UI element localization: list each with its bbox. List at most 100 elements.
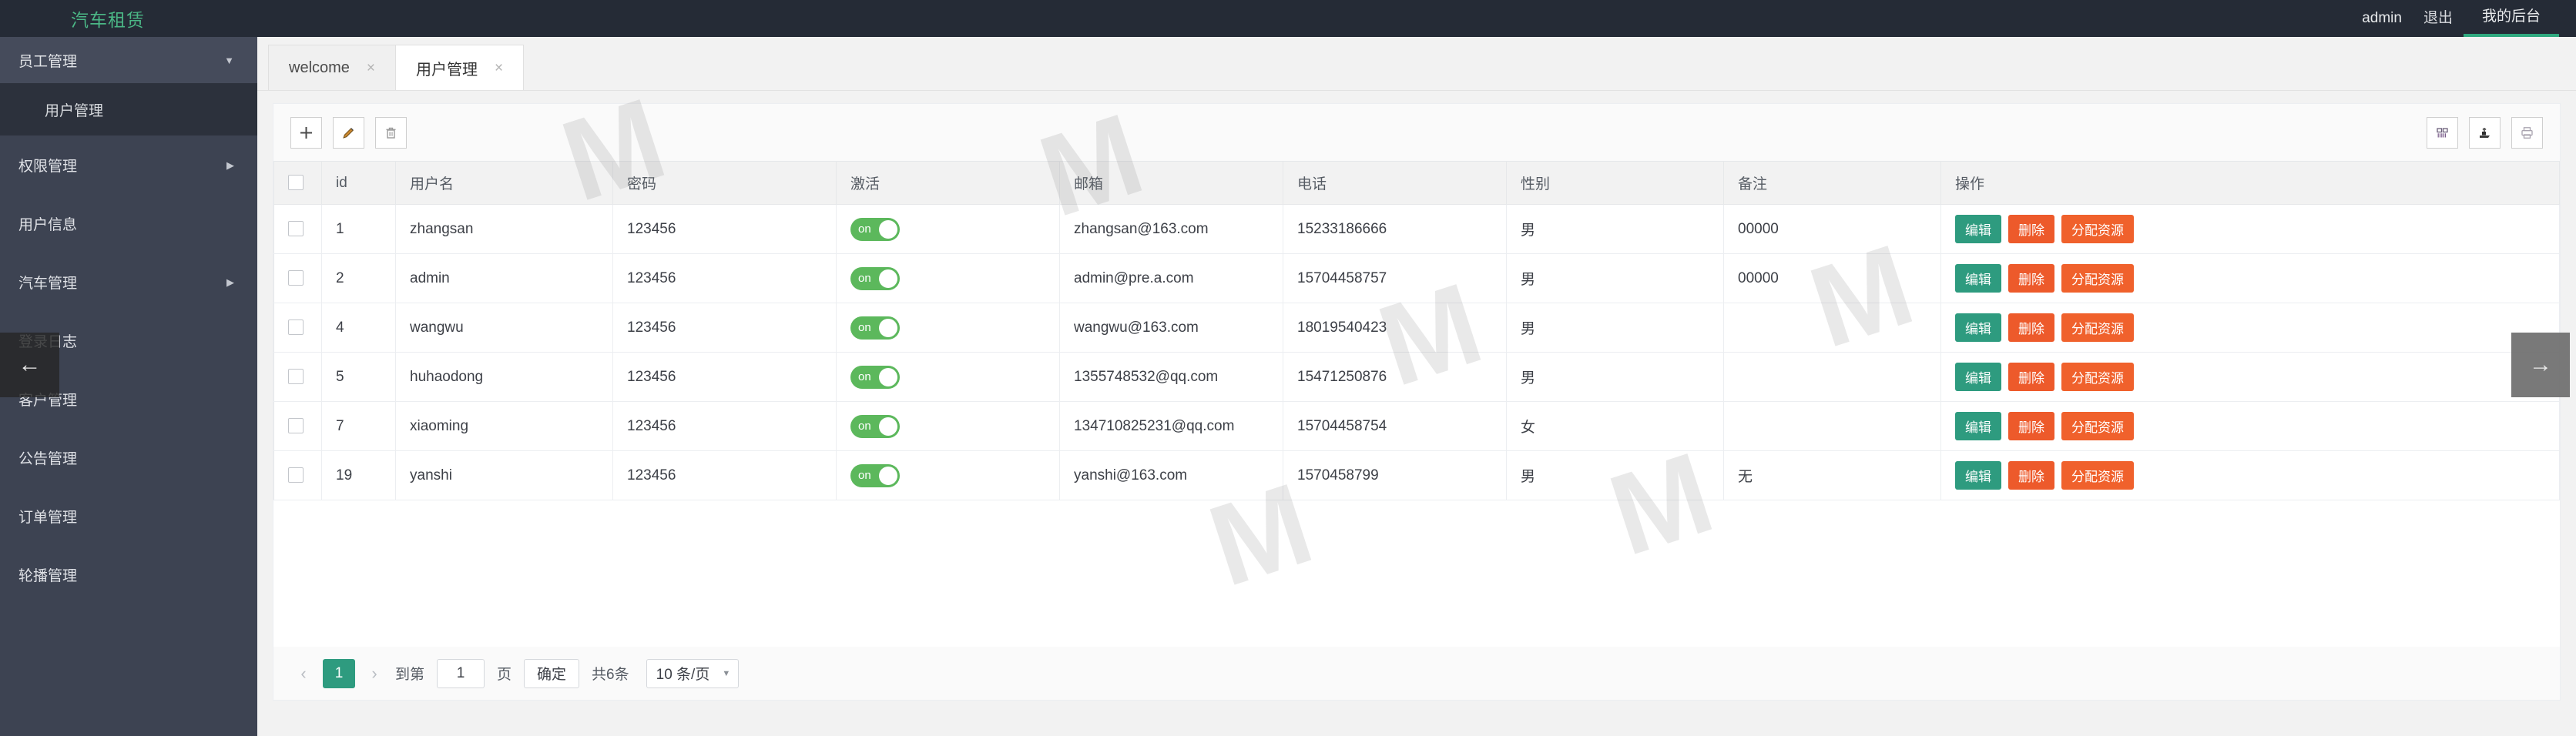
col-header-password[interactable]: 密码 bbox=[612, 161, 837, 205]
col-header-active[interactable]: 激活 bbox=[836, 161, 1060, 205]
col-header-email[interactable]: 邮箱 bbox=[1059, 161, 1283, 205]
assign-resource-button[interactable]: 分配资源 bbox=[2061, 313, 2134, 342]
assign-resource-button[interactable]: 分配资源 bbox=[2061, 461, 2134, 490]
add-button[interactable] bbox=[290, 116, 322, 149]
cell-id: 5 bbox=[321, 352, 396, 402]
cell-phone: 15471250876 bbox=[1283, 352, 1507, 402]
row-checkbox[interactable] bbox=[288, 467, 304, 483]
cell-id: 19 bbox=[321, 450, 396, 500]
toggle-knob bbox=[879, 367, 897, 386]
next-page-button[interactable]: › bbox=[361, 660, 387, 687]
active-toggle[interactable]: on bbox=[850, 316, 900, 340]
assign-resource-button[interactable]: 分配资源 bbox=[2061, 412, 2134, 440]
cell-email: yanshi@163.com bbox=[1059, 450, 1283, 500]
edit-row-button[interactable]: 编辑 bbox=[1955, 264, 2001, 293]
active-toggle[interactable]: on bbox=[850, 217, 900, 241]
close-icon[interactable]: × bbox=[495, 61, 503, 75]
my-console-tab[interactable]: 我的后台 bbox=[2463, 0, 2559, 37]
cell-email: 1355748532@qq.com bbox=[1059, 352, 1283, 402]
print-icon bbox=[2521, 126, 2533, 139]
assign-resource-button[interactable]: 分配资源 bbox=[2061, 363, 2134, 391]
sidebar-item-user-management[interactable]: 用户管理 bbox=[0, 83, 257, 135]
delete-row-button[interactable]: 删除 bbox=[2008, 215, 2054, 243]
sidebar-item-car-management[interactable]: 汽车管理 ▶ bbox=[0, 253, 257, 311]
goto-page-input[interactable] bbox=[437, 658, 485, 688]
col-header-actions[interactable]: 操作 bbox=[1940, 161, 2560, 205]
select-all-header bbox=[273, 161, 322, 205]
sidebar-item-notice-management[interactable]: 公告管理 bbox=[0, 428, 257, 487]
edit-row-button[interactable]: 编辑 bbox=[1955, 313, 2001, 342]
table-row[interactable]: 4 wangwu 123456 on wangwu@163.com 18019540423… bbox=[273, 303, 2560, 353]
current-user-label[interactable]: admin bbox=[2351, 0, 2413, 37]
col-header-phone[interactable]: 电话 bbox=[1283, 161, 1507, 205]
cell-active: on bbox=[836, 450, 1060, 500]
columns-icon bbox=[2437, 127, 2448, 137]
cell-username: yanshi bbox=[395, 450, 613, 500]
row-checkbox[interactable] bbox=[288, 221, 304, 237]
delete-row-button[interactable]: 删除 bbox=[2008, 313, 2054, 342]
assign-resource-button[interactable]: 分配资源 bbox=[2061, 215, 2134, 243]
table-row[interactable]: 5 huhaodong 123456 on 1355748532@qq.com 15471… bbox=[273, 352, 2560, 402]
edit-row-button[interactable]: 编辑 bbox=[1955, 363, 2001, 391]
sidebar-item-user-info[interactable]: 用户信息 bbox=[0, 194, 257, 253]
column-settings-button[interactable] bbox=[2427, 116, 2458, 149]
users-table: id 用户名 密码 激活 邮箱 电话 性别 备注 操作 1 zhangsan 123… bbox=[273, 161, 2560, 500]
edit-row-button[interactable]: 编辑 bbox=[1955, 461, 2001, 490]
col-header-remark[interactable]: 备注 bbox=[1723, 161, 1941, 205]
export-button[interactable] bbox=[2469, 116, 2501, 149]
toggle-knob bbox=[879, 466, 897, 485]
col-header-username[interactable]: 用户名 bbox=[395, 161, 613, 205]
prev-page-button[interactable]: ‹ bbox=[290, 660, 317, 687]
table-row[interactable]: 7 xiaoming 123456 on 134710825231@qq.com 1570… bbox=[273, 401, 2560, 451]
delete-row-button[interactable]: 删除 bbox=[2008, 363, 2054, 391]
row-checkbox[interactable] bbox=[288, 369, 304, 385]
goto-suffix-label: 页 bbox=[497, 667, 512, 683]
cell-remark: 00000 bbox=[1723, 253, 1941, 303]
edit-row-button[interactable]: 编辑 bbox=[1955, 412, 2001, 440]
select-all-checkbox[interactable] bbox=[288, 175, 304, 191]
sidebar-group-employee-management[interactable]: 员工管理 ▼ bbox=[0, 37, 257, 83]
cell-gender: 女 bbox=[1506, 401, 1724, 451]
col-header-gender[interactable]: 性别 bbox=[1506, 161, 1724, 205]
sidebar-item-label: 用户管理 bbox=[45, 102, 104, 119]
delete-row-button[interactable]: 删除 bbox=[2008, 412, 2054, 440]
delete-row-button[interactable]: 删除 bbox=[2008, 264, 2054, 293]
row-checkbox[interactable] bbox=[288, 319, 304, 336]
prev-overlay-button[interactable]: ← bbox=[0, 333, 59, 397]
print-button[interactable] bbox=[2511, 116, 2543, 149]
table-row[interactable]: 2 admin 123456 on admin@pre.a.com 15704458757… bbox=[273, 253, 2560, 303]
sidebar-item-permission-management[interactable]: 权限管理 ▶ bbox=[0, 135, 257, 194]
page-number-1[interactable]: 1 bbox=[323, 658, 355, 688]
edit-button[interactable] bbox=[333, 116, 364, 149]
active-toggle[interactable]: on bbox=[850, 414, 900, 438]
active-toggle[interactable]: on bbox=[850, 463, 900, 487]
cell-remark bbox=[1723, 401, 1941, 451]
sidebar-item-order-management[interactable]: 订单管理 bbox=[0, 487, 257, 545]
table-row[interactable]: 1 zhangsan 123456 on zhangsan@163.com 1523318… bbox=[273, 204, 2560, 254]
page-size-select[interactable]: 10 条/页 ▼ bbox=[646, 658, 740, 688]
tab-user-management[interactable]: 用户管理 × bbox=[395, 45, 525, 90]
delete-row-button[interactable]: 删除 bbox=[2008, 461, 2054, 490]
cell-password: 123456 bbox=[612, 401, 837, 451]
assign-resource-button[interactable]: 分配资源 bbox=[2061, 264, 2134, 293]
cell-gender: 男 bbox=[1506, 352, 1724, 402]
chevron-down-icon: ▼ bbox=[722, 668, 731, 678]
col-header-id[interactable]: id bbox=[321, 161, 396, 205]
caret-down-icon: ▼ bbox=[224, 54, 234, 66]
active-toggle[interactable]: on bbox=[850, 266, 900, 290]
close-icon[interactable]: × bbox=[367, 61, 375, 75]
tab-label: welcome bbox=[289, 59, 350, 76]
table-header-row: id 用户名 密码 激活 邮箱 电话 性别 备注 操作 bbox=[273, 161, 2560, 205]
row-checkbox[interactable] bbox=[288, 270, 304, 286]
table-row[interactable]: 19 yanshi 123456 on yanshi@163.com 1570458799… bbox=[273, 450, 2560, 500]
next-overlay-button[interactable]: → bbox=[2511, 333, 2570, 397]
goto-confirm-button[interactable]: 确定 bbox=[524, 658, 580, 688]
sidebar-item-carousel-management[interactable]: 轮播管理 bbox=[0, 545, 257, 604]
active-toggle[interactable]: on bbox=[850, 365, 900, 389]
delete-button[interactable] bbox=[375, 116, 407, 149]
tab-welcome[interactable]: welcome × bbox=[268, 45, 397, 90]
logout-link[interactable]: 退出 bbox=[2413, 0, 2464, 37]
edit-row-button[interactable]: 编辑 bbox=[1955, 215, 2001, 243]
row-select-cell bbox=[273, 303, 322, 353]
row-checkbox[interactable] bbox=[288, 418, 304, 434]
